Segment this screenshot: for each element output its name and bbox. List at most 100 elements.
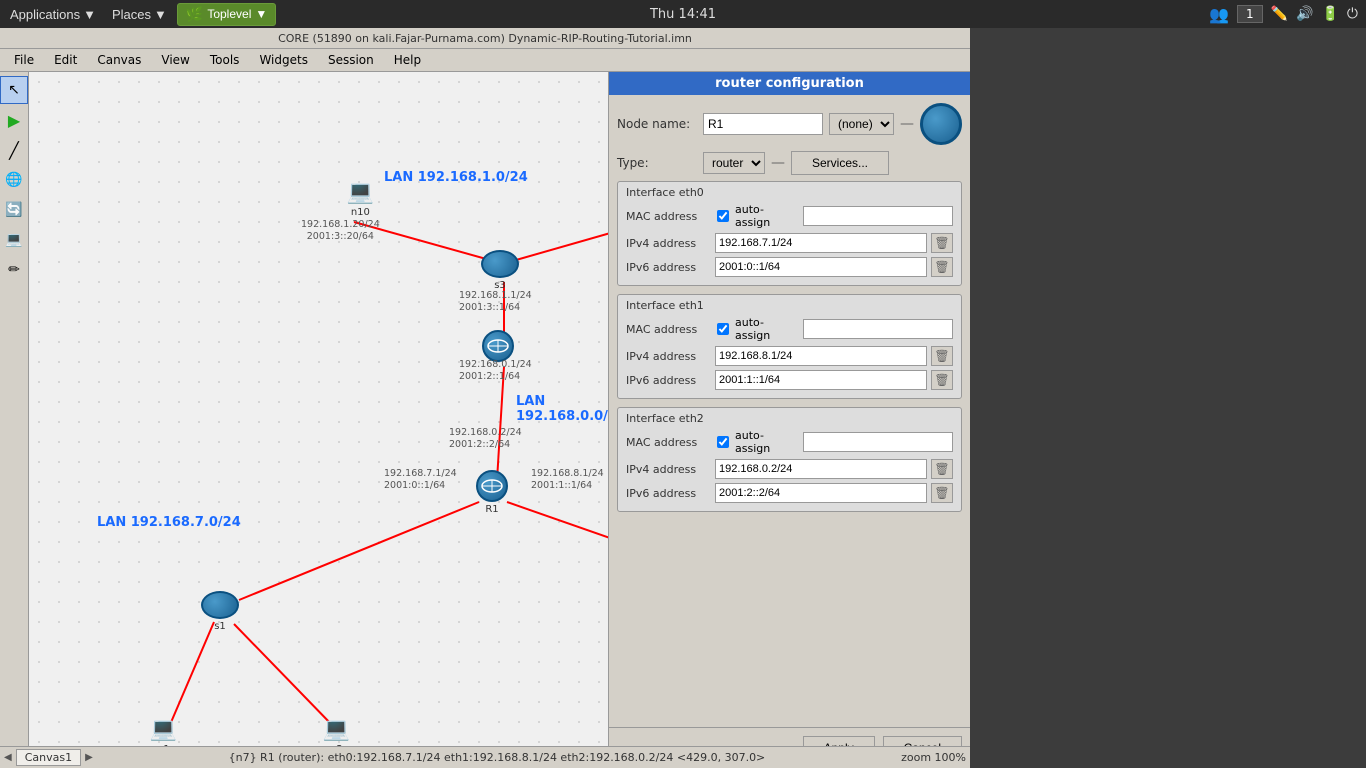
- node-R1[interactable]: R1: [476, 470, 508, 516]
- router-shape-r2: [482, 330, 514, 362]
- toplevel-arrow: ▼: [255, 7, 267, 21]
- eth0-ipv6-delete[interactable]: 🗑: [931, 257, 953, 277]
- menu-item-session[interactable]: Session: [318, 51, 384, 69]
- router-icon2: 🔄: [5, 202, 22, 218]
- canvas-tab[interactable]: Canvas1: [16, 749, 81, 766]
- node-name-label: Node name:: [617, 117, 697, 131]
- node-n10-label: n10: [351, 207, 370, 219]
- link-icon: ╱: [9, 141, 19, 160]
- eth2-title: Interface eth2: [626, 412, 953, 425]
- node-r2[interactable]: [482, 330, 514, 362]
- link-tool[interactable]: ╱: [0, 136, 28, 164]
- menu-item-file[interactable]: File: [4, 51, 44, 69]
- eth2-ipv6-label: IPv6 address: [626, 487, 711, 500]
- eth0-mac-row: MAC address auto-assign: [626, 203, 953, 229]
- eth1-mac-label: MAC address: [626, 323, 711, 336]
- cursor-icon: ↖: [8, 82, 20, 98]
- ip-s3-1: 192.168.1.1/242001:3::1/64: [459, 290, 532, 315]
- eth2-ipv6-input[interactable]: [715, 483, 927, 503]
- eth0-mac-checkbox[interactable]: [717, 210, 729, 222]
- applications-menu[interactable]: Applications ▼: [4, 5, 102, 24]
- node-s1[interactable]: s1: [201, 591, 239, 633]
- clock: Thu 14:41: [650, 7, 716, 22]
- eth1-ipv6-label: IPv6 address: [626, 374, 711, 387]
- eth1-mac-checkbox[interactable]: [717, 323, 729, 335]
- eth1-ipv6-delete[interactable]: 🗑: [931, 370, 953, 390]
- title-text: CORE (51890 on kali.Fajar-Purnama.com) D…: [278, 32, 692, 45]
- host-tool[interactable]: 💻: [0, 226, 28, 254]
- type-dropdown[interactable]: router: [703, 152, 765, 174]
- host-icon: 💻: [5, 232, 22, 248]
- titlebar: CORE (51890 on kali.Fajar-Purnama.com) D…: [0, 28, 970, 49]
- router-tool[interactable]: 🔄: [0, 196, 28, 224]
- eth1-mac-input[interactable]: [803, 319, 953, 339]
- eth1-ipv4-input[interactable]: [715, 346, 927, 366]
- ip-R1-right: 192.168.8.1/242001:1::1/64: [531, 468, 604, 493]
- eth1-ipv6-input[interactable]: [715, 370, 927, 390]
- eth2-ipv4-input[interactable]: [715, 459, 927, 479]
- node-s3[interactable]: s3: [481, 250, 519, 292]
- places-arrow: ▼: [154, 7, 167, 22]
- router-shape-R1: [476, 470, 508, 502]
- node-name-input[interactable]: [703, 113, 823, 135]
- eth2-ipv4-delete[interactable]: 🗑: [931, 459, 953, 479]
- menu-item-view[interactable]: View: [151, 51, 199, 69]
- workspace-indicator: 1: [1237, 5, 1263, 23]
- eth0-ipv6-row: IPv6 address 🗑: [626, 257, 953, 277]
- network-tool[interactable]: 🌐: [0, 166, 28, 194]
- config-panel-title: router configuration: [609, 72, 970, 95]
- statusbar: ◀ Canvas1 ▶ {n7} R1 (router): eth0:192.1…: [0, 746, 970, 768]
- menu-item-edit[interactable]: Edit: [44, 51, 87, 69]
- eth1-title: Interface eth1: [626, 299, 953, 312]
- eth1-mac-auto: auto-assign: [735, 316, 799, 342]
- switch-shape-s3: [481, 250, 519, 278]
- interface-eth2-section: Interface eth2 MAC address auto-assign I…: [617, 407, 962, 512]
- eth0-ipv4-input[interactable]: [715, 233, 927, 253]
- ip-R1-left: 192.168.7.1/242001:0::1/64: [384, 468, 457, 493]
- applications-arrow: ▼: [83, 7, 96, 22]
- left-toolbar: ↖ ▶ ╱ 🌐 🔄 💻 ✏: [0, 72, 29, 768]
- lan-label-7: LAN 192.168.7.0/24: [97, 515, 241, 530]
- start-tool[interactable]: ▶: [0, 106, 28, 134]
- eth2-ipv4-label: IPv4 address: [626, 463, 711, 476]
- expand-icon[interactable]: —: [900, 116, 914, 132]
- places-menu[interactable]: Places ▼: [106, 5, 173, 24]
- eth0-ipv4-label: IPv4 address: [626, 237, 711, 250]
- eth2-mac-row: MAC address auto-assign: [626, 429, 953, 455]
- eth2-mac-checkbox[interactable]: [717, 436, 729, 448]
- canvas-area[interactable]: LAN 192.168.1.0/24 LAN 192.168.0.0/24 LA…: [29, 72, 608, 768]
- eth1-ipv4-row: IPv4 address 🗑: [626, 346, 953, 366]
- eth2-ipv6-row: IPv6 address 🗑: [626, 483, 953, 503]
- annotate-tool[interactable]: ✏: [0, 256, 28, 284]
- node-n10[interactable]: 💻 n10 192.168.1.20/242001:3::20/64: [321, 180, 400, 244]
- network-icon: 🌐: [5, 172, 22, 188]
- battery-icon: 🔋: [1321, 6, 1338, 22]
- scroll-right-btn[interactable]: ▶: [85, 752, 93, 763]
- scroll-left-btn[interactable]: ◀: [4, 752, 12, 763]
- eth0-ipv4-delete[interactable]: 🗑: [931, 233, 953, 253]
- interface-eth0-section: Interface eth0 MAC address auto-assign I…: [617, 181, 962, 286]
- switch-shape-s1: [201, 591, 239, 619]
- ip-r2: 192.168.0.1/242001:2::1/64: [459, 359, 532, 384]
- menu-item-tools[interactable]: Tools: [200, 51, 250, 69]
- eth0-mac-input[interactable]: [803, 206, 953, 226]
- toplevel-menu[interactable]: 🌿 Toplevel ▼: [177, 3, 276, 26]
- menu-item-widgets[interactable]: Widgets: [249, 51, 318, 69]
- menu-item-help[interactable]: Help: [384, 51, 431, 69]
- none-dropdown[interactable]: (none): [829, 113, 894, 135]
- eth1-ipv4-delete[interactable]: 🗑: [931, 346, 953, 366]
- select-tool[interactable]: ↖: [0, 76, 28, 104]
- menu-item-canvas[interactable]: Canvas: [87, 51, 151, 69]
- config-body[interactable]: Node name: (none) — Type: router — Servi…: [609, 95, 970, 727]
- zoom-level: zoom 100%: [901, 751, 966, 764]
- eth0-ipv6-input[interactable]: [715, 257, 927, 277]
- services-button[interactable]: Services...: [791, 151, 889, 175]
- type-label: Type:: [617, 156, 697, 170]
- laptop-icon-n10: 💻: [347, 180, 374, 205]
- type-expand-icon[interactable]: —: [771, 155, 785, 171]
- laptop-icon-n2: 💻: [323, 717, 350, 742]
- eth2-mac-input[interactable]: [803, 432, 953, 452]
- eth1-ipv4-label: IPv4 address: [626, 350, 711, 363]
- eth2-ipv6-delete[interactable]: 🗑: [931, 483, 953, 503]
- user-icon: 👥: [1209, 5, 1229, 24]
